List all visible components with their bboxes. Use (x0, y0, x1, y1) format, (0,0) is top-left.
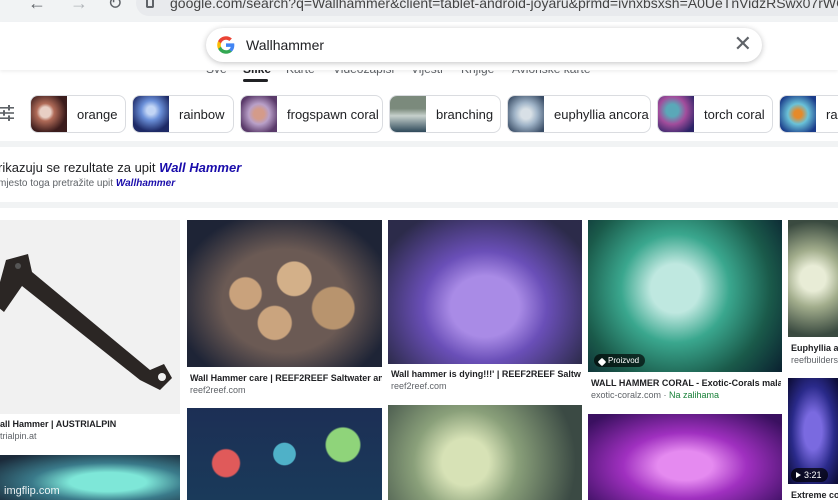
section-divider (0, 202, 838, 208)
result-image-wall-hammer-tool[interactable] (0, 220, 180, 414)
product-badge: Proizvod (594, 354, 646, 367)
chip-frogspawn-coral[interactable]: frogspawn coral (240, 95, 383, 133)
chip-thumbnail (390, 96, 426, 132)
result-video-extreme-coral[interactable]: 3:21 (788, 378, 838, 484)
chip-thumbnail (658, 96, 694, 132)
google-logo-icon (217, 36, 235, 54)
correction-prefix: rikazuju se rezultate za upit (0, 160, 156, 175)
chip-thumbnail (241, 96, 277, 132)
chip-thumbnail (31, 96, 67, 132)
result-caption[interactable]: all Hammer | AUSTRIALPIN (0, 419, 180, 429)
chip-thumbnail (508, 96, 544, 132)
back-arrow-icon[interactable]: ← (26, 0, 48, 16)
result-source: reef2reef.com (391, 381, 447, 391)
video-duration-badge: 3:21 (791, 468, 828, 482)
address-bar-url: google.com/search?q=Wallhammer&client=ta… (170, 0, 838, 11)
search-box[interactable]: Wallhammer ✕ (206, 28, 762, 62)
result-caption[interactable]: Extreme co (791, 490, 838, 500)
result-image-purple-coral[interactable] (588, 414, 782, 500)
instead-prefix: mjesto toga pretražite upit (0, 178, 114, 189)
filter-tune-icon[interactable] (0, 104, 14, 122)
related-chips: orange rainbow frogspawn coral branching… (0, 94, 838, 134)
result-source: trialpin.at (0, 431, 37, 441)
chip-euphyllia-ancora[interactable]: euphyllia ancora (507, 95, 651, 133)
video-duration: 3:21 (804, 470, 822, 480)
result-image-euphyllia[interactable] (788, 220, 838, 337)
play-icon (796, 472, 801, 478)
clear-search-icon[interactable]: ✕ (734, 33, 752, 55)
chip-label: rainbow (179, 107, 225, 122)
active-tab-indicator (243, 79, 268, 82)
address-bar[interactable]: google.com/search?q=Wallhammer&client=ta… (136, 0, 838, 16)
result-image-wall-hammer-coral[interactable]: Proizvod (588, 220, 782, 372)
chip-thumbnail (133, 96, 169, 132)
result-caption[interactable]: WALL HAMMER CORAL - Exotic-Corals mala..… (591, 378, 781, 388)
chip-thumbnail (780, 96, 816, 132)
reload-icon[interactable]: ↻ (104, 0, 126, 16)
chip-rainbow[interactable]: rainbow (132, 95, 234, 133)
chip-label: euphyllia ancora (554, 107, 649, 122)
chip-orange[interactable]: orange (30, 95, 126, 133)
corrected-query-link[interactable]: Wall Hammer (159, 160, 241, 175)
result-image-wall-hammer-care[interactable] (187, 220, 382, 367)
search-header: Wallhammer ✕ (0, 22, 838, 70)
spelling-correction: rikazuju se rezultate za upit Wall Hamme… (0, 160, 241, 175)
result-source: reef2reef.com (190, 385, 246, 395)
tag-icon (597, 357, 607, 367)
result-image-wall-hammer-dying[interactable] (388, 220, 582, 364)
result-caption[interactable]: Wall hammer is dying!!!' | REEF2REEF Sal… (391, 369, 581, 379)
chip-label: frogspawn coral (287, 107, 379, 122)
result-caption[interactable]: Wall Hammer care | REEF2REEF Saltwater a… (190, 373, 382, 383)
product-badge-label: Proizvod (608, 356, 640, 365)
lock-icon (146, 0, 154, 8)
result-image-reef-tank[interactable] (187, 408, 382, 500)
chip-rainbow-2[interactable]: rainbow (779, 95, 838, 133)
result-image-green-hammer[interactable] (388, 405, 582, 500)
hammer-tool-picture (0, 254, 172, 390)
chip-label: rainbow (826, 107, 838, 122)
original-query-suggestion: mjesto toga pretražite upit Wallhammer (0, 178, 175, 189)
chip-label: torch coral (704, 107, 765, 122)
result-source: exotic-coralz.com (591, 390, 662, 400)
chip-branching[interactable]: branching (389, 95, 501, 133)
chip-label: branching (436, 107, 494, 122)
search-input[interactable]: Wallhammer (246, 37, 324, 53)
result-source-line: exotic-coralz.com · Na zalihama (591, 390, 720, 400)
chip-label: orange (77, 107, 118, 122)
section-divider (0, 141, 838, 147)
watermark-text: imgflip.com (4, 485, 60, 497)
in-stock-label: Na zalihama (669, 390, 720, 400)
result-source: reefbuilders.c (791, 355, 838, 365)
forward-arrow-icon[interactable]: → (68, 0, 90, 16)
chip-torch-coral[interactable]: torch coral (657, 95, 773, 133)
result-caption[interactable]: Euphyllia ar (791, 343, 838, 353)
original-query-link[interactable]: Wallhammer (116, 178, 175, 189)
browser-toolbar: ← → ↻ google.com/search?q=Wallhammer&cli… (0, 0, 838, 22)
